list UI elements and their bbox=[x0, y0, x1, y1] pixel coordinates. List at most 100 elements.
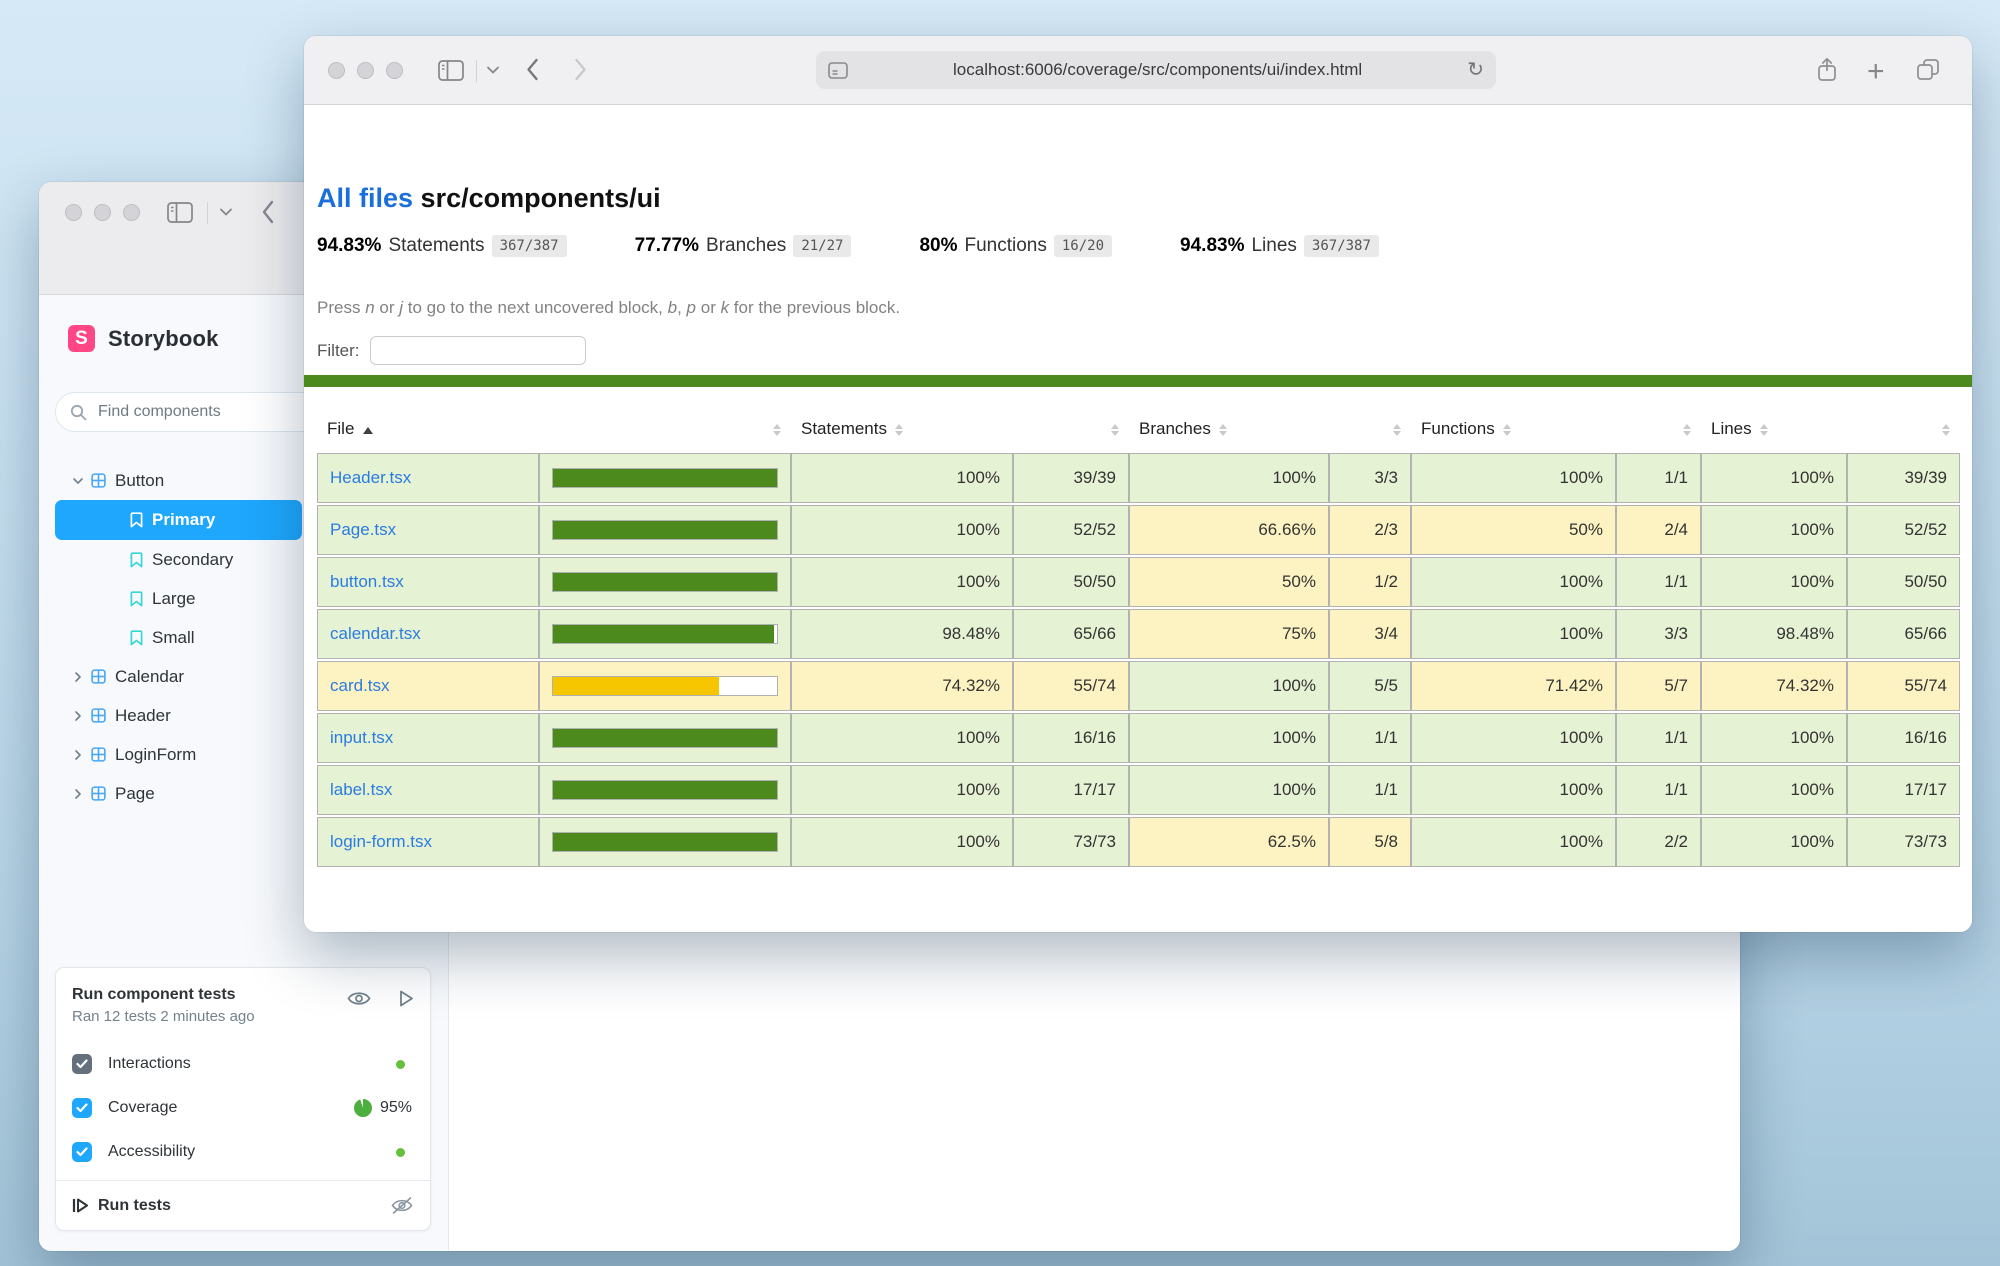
story-bookmark-icon bbox=[130, 591, 143, 607]
coverage-value-cell: 65/66 bbox=[1013, 609, 1129, 659]
coverage-value-cell: 100% bbox=[1129, 661, 1329, 711]
search-icon bbox=[70, 404, 87, 421]
column-header-functions-raw[interactable] bbox=[1616, 407, 1701, 451]
coverage-value-cell: 100% bbox=[791, 765, 1013, 815]
coverage-value-cell: 71.42% bbox=[1411, 661, 1616, 711]
checkbox-checked[interactable] bbox=[72, 1098, 92, 1118]
file-cell: Header.tsx bbox=[317, 453, 539, 503]
file-link[interactable]: Header.tsx bbox=[330, 468, 411, 487]
checkbox-checked[interactable] bbox=[72, 1054, 92, 1074]
table-header-row: File Statements Branches Functions Lines bbox=[317, 407, 1960, 451]
column-header-statements-raw[interactable] bbox=[1013, 407, 1129, 451]
story-bookmark-icon bbox=[130, 552, 143, 568]
sidebar-toggle-icon[interactable] bbox=[167, 202, 193, 223]
coverage-value-cell: 100% bbox=[1129, 453, 1329, 503]
sort-icon[interactable] bbox=[1111, 424, 1119, 436]
sort-icon[interactable] bbox=[1219, 424, 1227, 436]
sidebar-toggle-icon[interactable] bbox=[438, 60, 464, 81]
column-header-lines-raw[interactable] bbox=[1847, 407, 1960, 451]
coverage-value-cell: 100% bbox=[1701, 453, 1847, 503]
filter-input[interactable] bbox=[370, 336, 586, 365]
sort-icon[interactable] bbox=[1683, 424, 1691, 436]
coverage-bar-track bbox=[552, 520, 778, 540]
page-settings-icon[interactable] bbox=[828, 62, 848, 79]
file-link[interactable]: card.tsx bbox=[330, 676, 390, 695]
forward-icon[interactable] bbox=[574, 57, 587, 82]
reload-icon[interactable]: ↻ bbox=[1467, 60, 1484, 80]
file-cell: login-form.tsx bbox=[317, 817, 539, 867]
address-bar[interactable]: localhost:6006/coverage/src/components/u… bbox=[816, 51, 1496, 89]
file-link[interactable]: label.tsx bbox=[330, 780, 392, 799]
coverage-value-cell: 65/66 bbox=[1847, 609, 1960, 659]
coverage-bar-fill bbox=[553, 573, 777, 591]
window-controls bbox=[328, 62, 403, 79]
window-controls bbox=[65, 204, 140, 221]
coverage-value-cell: 3/3 bbox=[1329, 453, 1411, 503]
coverage-bar-cell bbox=[539, 661, 791, 711]
close-window-button[interactable] bbox=[65, 204, 82, 221]
run-tests-button[interactable]: Run tests bbox=[72, 1197, 390, 1215]
metric-fraction-badge: 16/20 bbox=[1054, 235, 1112, 257]
table-row: input.tsx100%16/16100%1/1100%1/1100%16/1… bbox=[317, 713, 1960, 763]
minimize-window-button[interactable] bbox=[357, 62, 374, 79]
coverage-value-cell: 5/5 bbox=[1329, 661, 1411, 711]
column-header-chart[interactable] bbox=[539, 407, 791, 451]
column-header-branches-raw[interactable] bbox=[1329, 407, 1411, 451]
zoom-window-button[interactable] bbox=[123, 204, 140, 221]
coverage-bar-fill bbox=[553, 521, 777, 539]
story-bookmark-icon bbox=[130, 630, 143, 646]
sidebar-story-label: Large bbox=[152, 589, 195, 609]
sidebar-story-label: Secondary bbox=[152, 550, 233, 570]
run-all-play-icon[interactable] bbox=[399, 990, 414, 1007]
sort-icon[interactable] bbox=[773, 424, 781, 436]
column-header-file[interactable]: File bbox=[317, 407, 539, 451]
sort-icon[interactable] bbox=[1942, 424, 1950, 436]
component-grid-icon bbox=[91, 786, 106, 801]
file-link[interactable]: Page.tsx bbox=[330, 520, 396, 539]
coverage-value-cell: 75% bbox=[1129, 609, 1329, 659]
metric-lines: 94.83%Lines367/387 bbox=[1180, 235, 1379, 257]
file-link[interactable]: calendar.tsx bbox=[330, 624, 421, 643]
coverage-value-cell: 39/39 bbox=[1013, 453, 1129, 503]
component-grid-icon bbox=[91, 747, 106, 762]
url-text: localhost:6006/coverage/src/components/u… bbox=[848, 60, 1467, 80]
checkbox-checked[interactable] bbox=[72, 1142, 92, 1162]
sidebar-story-primary[interactable]: Primary bbox=[55, 500, 302, 540]
file-link[interactable]: input.tsx bbox=[330, 728, 393, 747]
coverage-value-cell: 50% bbox=[1129, 557, 1329, 607]
file-cell: Page.tsx bbox=[317, 505, 539, 555]
chevron-right-icon bbox=[71, 748, 85, 762]
file-link[interactable]: button.tsx bbox=[330, 572, 404, 591]
close-window-button[interactable] bbox=[328, 62, 345, 79]
zoom-window-button[interactable] bbox=[386, 62, 403, 79]
coverage-status-bar bbox=[304, 375, 1972, 387]
coverage-value-cell: 1/1 bbox=[1616, 557, 1701, 607]
share-icon[interactable] bbox=[1817, 57, 1837, 82]
sort-icon[interactable] bbox=[895, 424, 903, 436]
column-header-lines[interactable]: Lines bbox=[1701, 407, 1847, 451]
column-header-statements[interactable]: Statements bbox=[791, 407, 1013, 451]
watch-mode-off-icon[interactable] bbox=[390, 1196, 414, 1215]
test-panel-footer: Run tests bbox=[56, 1180, 430, 1230]
sort-icon[interactable] bbox=[1393, 424, 1401, 436]
coverage-value-cell: 3/3 bbox=[1616, 609, 1701, 659]
coverage-bar-track bbox=[552, 572, 778, 592]
table-row: button.tsx100%50/5050%1/2100%1/1100%50/5… bbox=[317, 557, 1960, 607]
back-icon[interactable] bbox=[526, 57, 539, 82]
sort-icon[interactable] bbox=[1503, 424, 1511, 436]
column-header-branches[interactable]: Branches bbox=[1129, 407, 1329, 451]
coverage-value-cell: 2/2 bbox=[1616, 817, 1701, 867]
all-files-link[interactable]: All files bbox=[317, 183, 413, 213]
chevron-right-icon bbox=[71, 709, 85, 723]
chevron-down-icon[interactable] bbox=[486, 65, 500, 75]
column-header-functions[interactable]: Functions bbox=[1411, 407, 1616, 451]
watch-eye-icon[interactable] bbox=[347, 990, 371, 1007]
file-link[interactable]: login-form.tsx bbox=[330, 832, 432, 851]
minimize-window-button[interactable] bbox=[94, 204, 111, 221]
new-tab-icon[interactable]: + bbox=[1867, 55, 1885, 89]
back-icon[interactable] bbox=[261, 199, 275, 225]
chevron-down-icon[interactable] bbox=[219, 207, 233, 217]
tab-overview-icon[interactable] bbox=[1916, 58, 1940, 81]
sort-icon[interactable] bbox=[1760, 424, 1768, 436]
coverage-value-cell: 55/74 bbox=[1847, 661, 1960, 711]
